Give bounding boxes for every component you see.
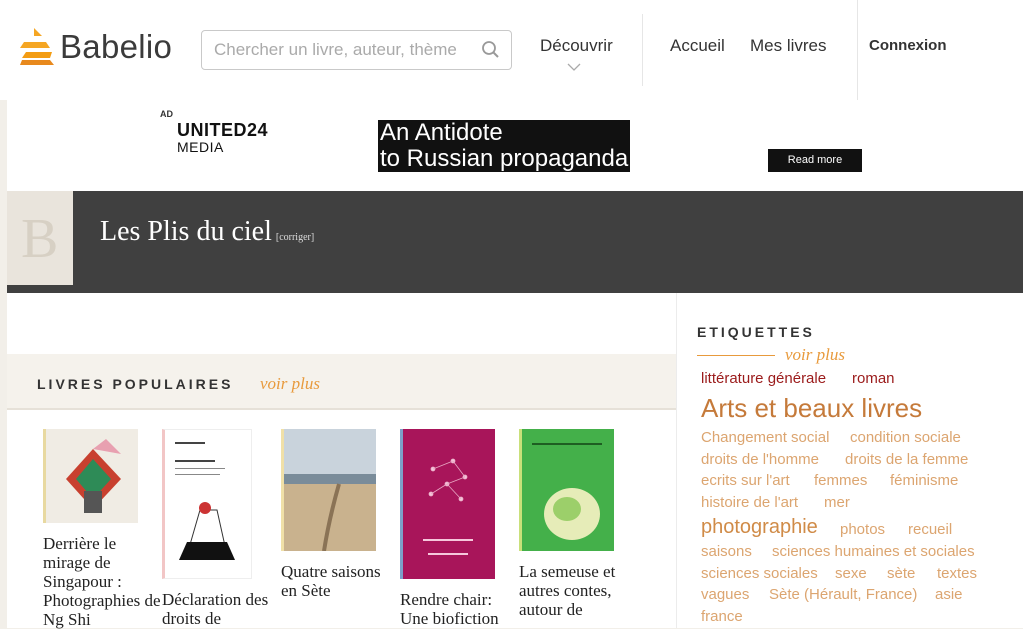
tag-link[interactable]: france bbox=[701, 608, 743, 625]
nav-decouvrir[interactable]: Découvrir bbox=[540, 36, 613, 56]
book-item-title[interactable]: La semeuse et autres contes, autour de bbox=[519, 562, 634, 619]
book-cover-art bbox=[175, 442, 235, 560]
search-input[interactable] bbox=[212, 39, 476, 61]
book-item-title[interactable]: Quatre saisons en Sète bbox=[281, 562, 381, 600]
book-title: Les Plis du ciel [corriger] bbox=[100, 216, 314, 248]
tag-link[interactable]: Arts et beaux livres bbox=[701, 393, 922, 424]
popular-books-title: LIVRES POPULAIRES bbox=[37, 376, 234, 392]
book-title-text: Les Plis du ciel bbox=[100, 216, 272, 247]
tags-voir-plus-link[interactable]: voir plus bbox=[785, 345, 845, 365]
tag-link[interactable]: histoire de l'art bbox=[701, 494, 798, 511]
ad-brand: UNITED24 bbox=[177, 120, 269, 140]
ad-label: AD bbox=[160, 109, 173, 119]
ad-headline-line: An Antidote bbox=[380, 119, 503, 146]
tag-link[interactable]: photographie bbox=[701, 516, 818, 539]
corriger-link[interactable]: [corriger] bbox=[276, 232, 314, 243]
nav-accueil[interactable]: Accueil bbox=[670, 36, 725, 56]
popular-books-header: LIVRES POPULAIRES voir plus bbox=[7, 354, 676, 410]
tag-link[interactable]: droits de la femme bbox=[845, 451, 968, 468]
tag-link[interactable]: recueil bbox=[908, 521, 952, 538]
nav-divider bbox=[642, 14, 643, 86]
logo-text: Babelio bbox=[60, 28, 173, 65]
book-cover[interactable] bbox=[281, 429, 376, 551]
search-icon[interactable] bbox=[481, 40, 501, 60]
book-item-title[interactable]: Déclaration des droits de bbox=[162, 590, 282, 628]
tag-link[interactable]: féminisme bbox=[890, 472, 958, 489]
connexion-link[interactable]: Connexion bbox=[869, 37, 947, 54]
nav-mes-livres[interactable]: Mes livres bbox=[750, 36, 827, 56]
popular-voir-plus-link[interactable]: voir plus bbox=[260, 374, 320, 394]
book-item-title[interactable]: Rendre chair: Une biofiction bbox=[400, 590, 520, 628]
ad-headline-line: to Russian propaganda bbox=[380, 145, 629, 172]
sidebar-divider bbox=[676, 293, 677, 628]
babelio-logo[interactable]: Babelio bbox=[20, 28, 172, 66]
tag-link[interactable]: sète bbox=[887, 565, 915, 582]
book-cover[interactable] bbox=[162, 429, 252, 579]
book-cover[interactable] bbox=[519, 429, 614, 551]
tag-link[interactable]: vagues bbox=[701, 586, 749, 603]
book-cover-art bbox=[46, 429, 138, 523]
logo-icon bbox=[20, 28, 54, 65]
tags-title: ETIQUETTES bbox=[697, 324, 815, 340]
site-header: Babelio Découvrir Accueil Mes livres Con… bbox=[0, 0, 1023, 100]
book-item-title[interactable]: Derrière le mirage de Singapour : Photog… bbox=[43, 534, 163, 629]
ad-headline: An Antidote to Russian propaganda bbox=[378, 119, 631, 172]
tags-underline bbox=[697, 355, 775, 356]
tag-link[interactable]: littérature générale bbox=[701, 370, 826, 387]
book-cover[interactable] bbox=[400, 429, 495, 579]
tag-link[interactable]: condition sociale bbox=[850, 429, 961, 446]
tag-link[interactable]: asie bbox=[935, 586, 963, 603]
tag-link[interactable]: roman bbox=[852, 370, 895, 387]
tag-link[interactable]: sciences sociales bbox=[701, 565, 818, 582]
chevron-down-icon[interactable] bbox=[567, 62, 581, 72]
tag-link[interactable]: Sète (Hérault, France) bbox=[769, 586, 917, 603]
book-cover-placeholder: B bbox=[7, 191, 73, 285]
tag-link[interactable]: sexe bbox=[835, 565, 867, 582]
ad-banner[interactable]: AD UNITED24 MEDIA An Antidote to Russian… bbox=[155, 100, 875, 190]
nav-divider bbox=[857, 0, 858, 100]
tag-link[interactable]: droits de l'homme bbox=[701, 451, 819, 468]
ad-read-more-button[interactable]: Read more bbox=[768, 149, 862, 172]
book-title-band: B Les Plis du ciel [corriger] bbox=[7, 191, 1023, 293]
tag-link[interactable]: photos bbox=[840, 521, 885, 538]
book-cover-art bbox=[284, 429, 376, 551]
tag-link[interactable]: sciences humaines et sociales bbox=[772, 543, 975, 560]
book-cover-art bbox=[423, 458, 473, 555]
tag-link[interactable]: saisons bbox=[701, 543, 752, 560]
tag-link[interactable]: textes bbox=[937, 565, 977, 582]
cover-letter: B bbox=[21, 208, 59, 270]
tag-link[interactable]: Changement social bbox=[701, 429, 829, 446]
tag-link[interactable]: femmes bbox=[814, 472, 867, 489]
ad-brand-sub: MEDIA bbox=[177, 139, 224, 155]
tag-link[interactable]: mer bbox=[824, 494, 850, 511]
tag-link[interactable]: ecrits sur l'art bbox=[701, 472, 790, 489]
search-box[interactable] bbox=[201, 30, 512, 70]
book-cover-art bbox=[522, 429, 614, 551]
book-cover[interactable] bbox=[43, 429, 138, 523]
